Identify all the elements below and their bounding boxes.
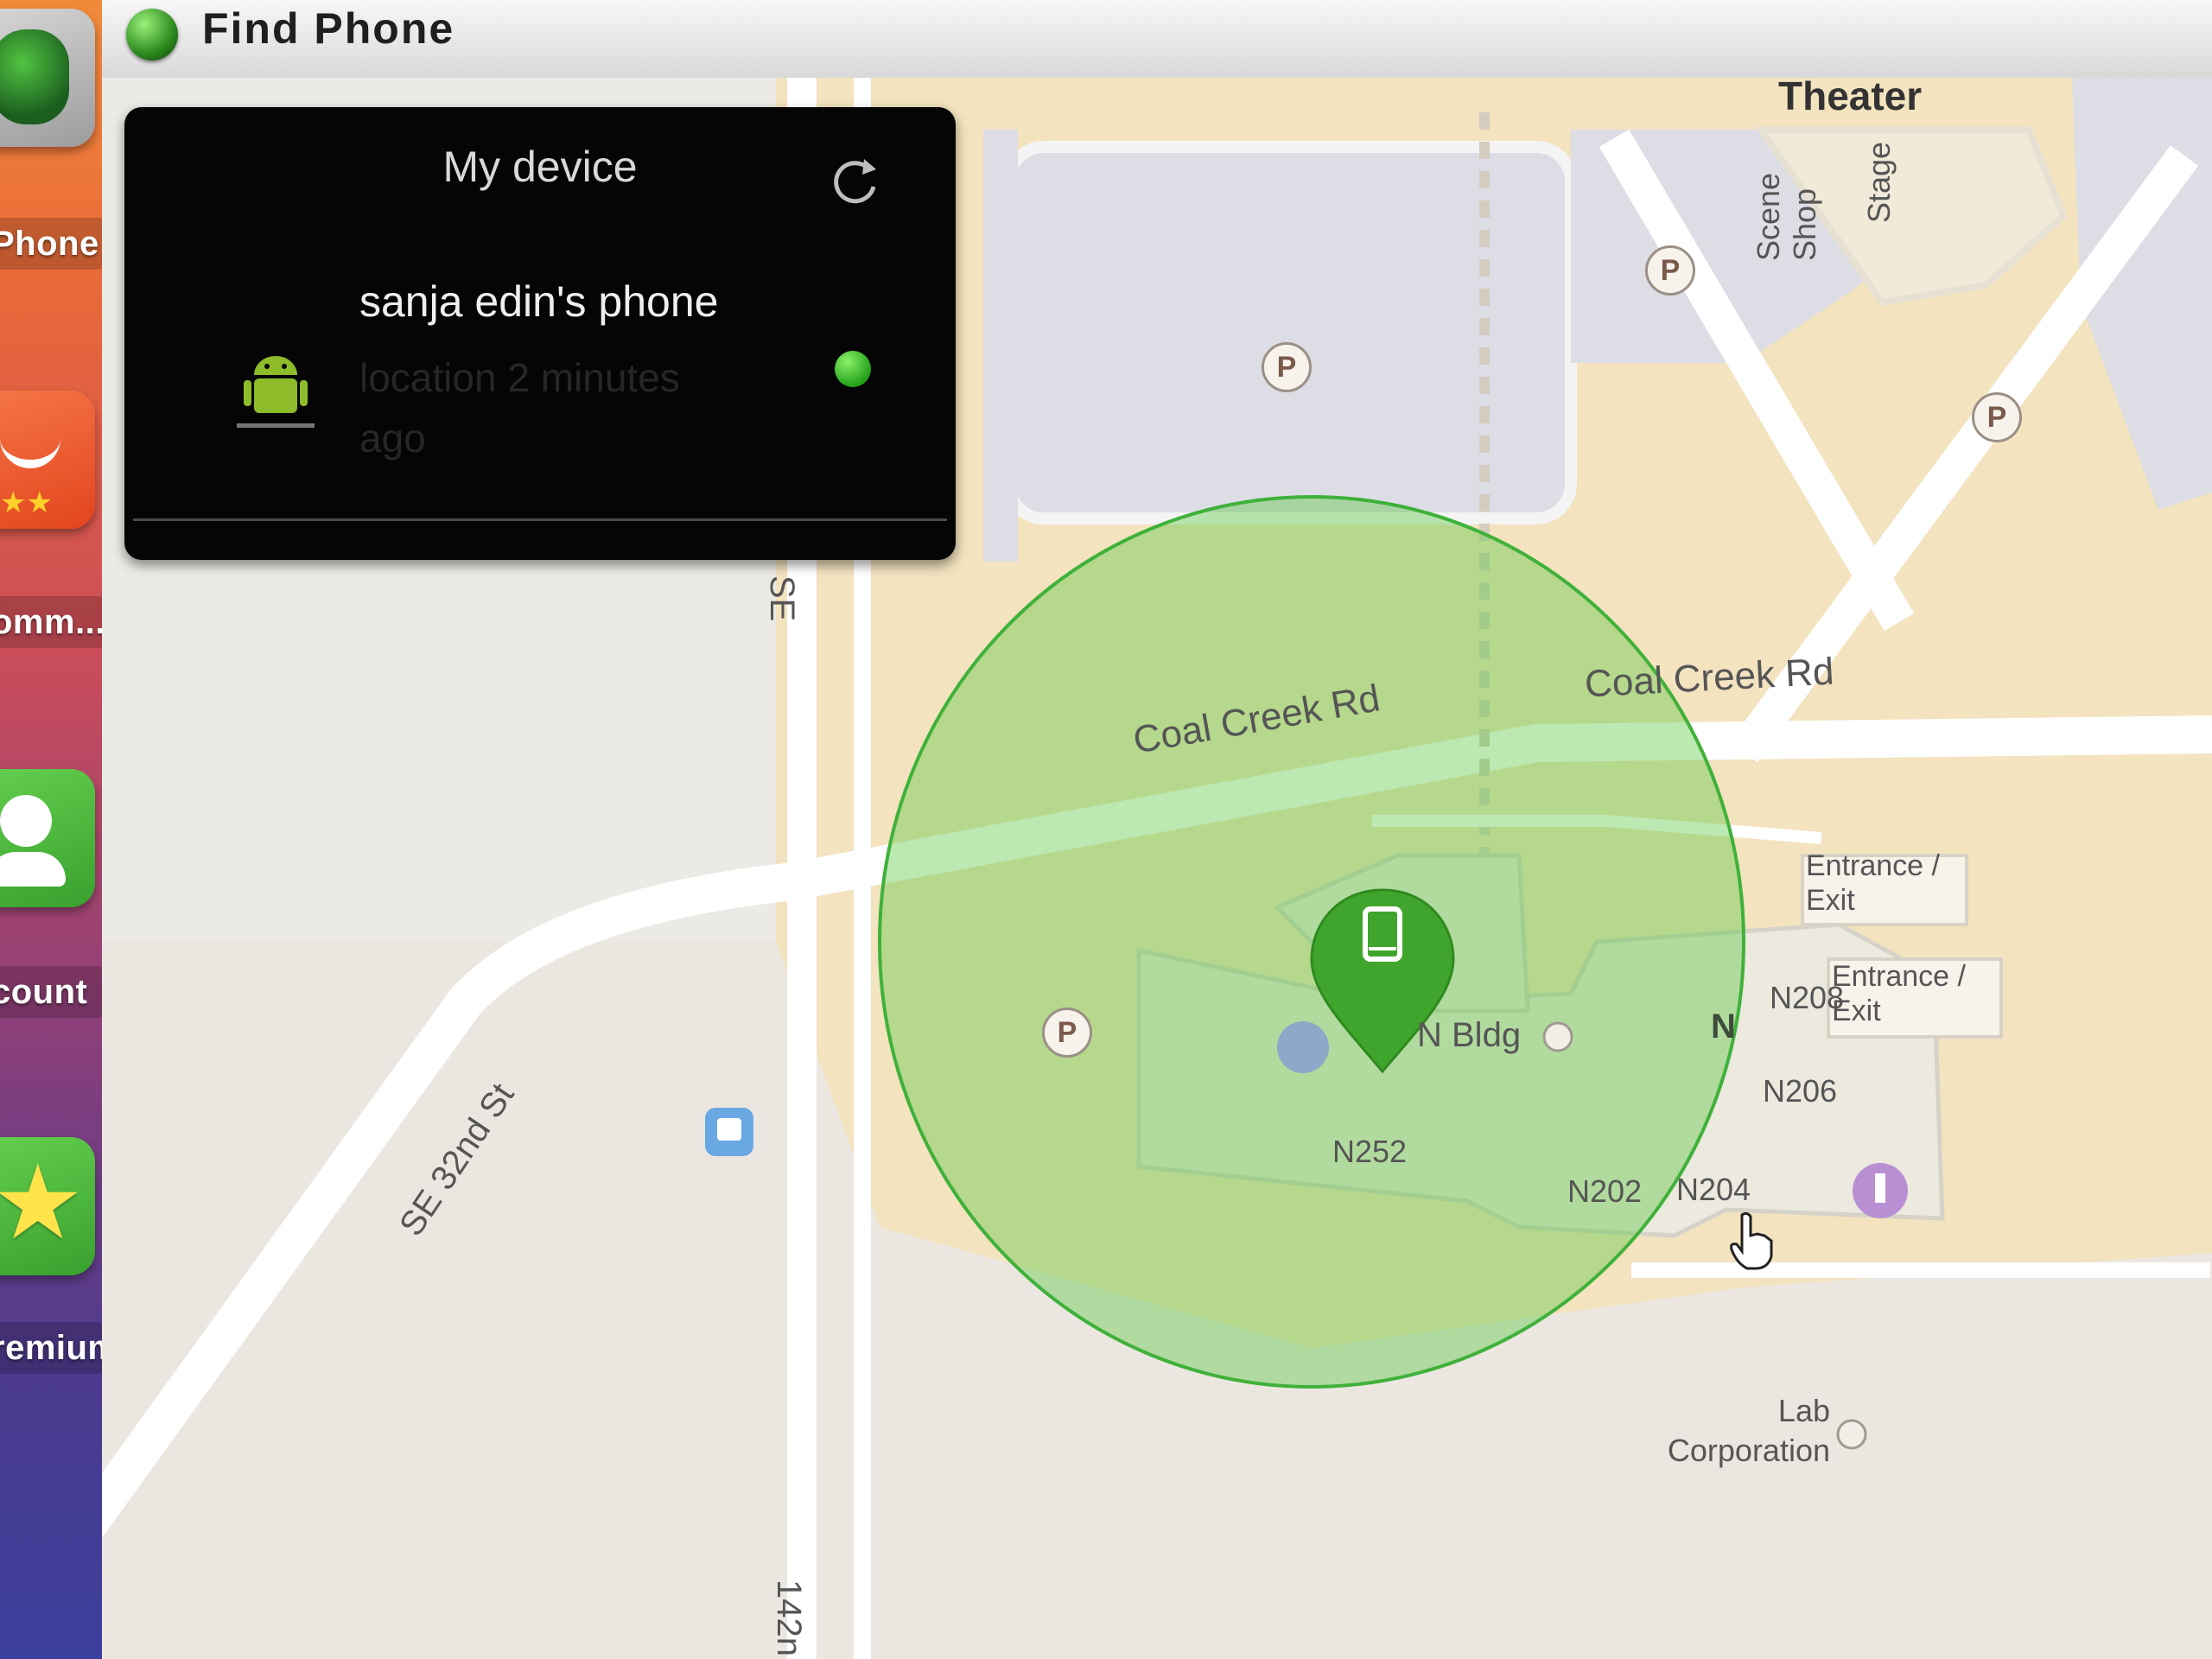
room-label: N252 [1332, 1134, 1408, 1169]
check-icon [0, 29, 69, 124]
building-label: N [1711, 1007, 1736, 1046]
rate-app-tile[interactable]: ★★ [0, 391, 95, 529]
star-icon: ★★ [0, 486, 53, 519]
room-label: N202 [1567, 1173, 1643, 1209]
room-label: N206 [1763, 1073, 1838, 1109]
place-label: Lab Corporation [1667, 1393, 1830, 1468]
find-phone-tile[interactable] [0, 9, 95, 147]
road-label: SE [763, 575, 802, 622]
star-icon: ★ [0, 1145, 85, 1261]
device-panel: My device sanja edin's phone location 2 … [124, 107, 956, 560]
android-icon [237, 356, 315, 428]
rating-bag-icon [0, 425, 60, 468]
title-bar: Find Phone [102, 0, 2212, 79]
building-label: N Bldg [1417, 1016, 1522, 1054]
person-body-icon [0, 852, 66, 887]
place-label: Entrance / Exit [1832, 960, 1966, 1027]
room-label: N208 [1770, 980, 1845, 1015]
window-title: Find Phone [202, 4, 455, 53]
place-label: Entrance / Exit [1806, 849, 1940, 917]
premium-tile[interactable]: ★ [0, 1137, 95, 1275]
account-tile[interactable] [0, 769, 95, 907]
place-label: Theater [1778, 78, 1923, 118]
online-status-dot [835, 351, 871, 387]
place-label: Stage [1861, 141, 1897, 224]
parking-icon[interactable]: P [1972, 392, 2022, 442]
device-status-text: location 2 minutes ago [359, 355, 680, 461]
place-label: Scene Shop [1751, 172, 1822, 261]
road-label: 142n [769, 1580, 808, 1656]
parking-icon[interactable]: P [1645, 245, 1695, 296]
room-label: N204 [1676, 1172, 1751, 1207]
person-icon [0, 795, 52, 847]
refresh-icon[interactable] [824, 150, 885, 211]
app-logo-icon [126, 9, 178, 60]
device-name[interactable]: sanja edin's phone [359, 276, 718, 327]
panel-divider [133, 518, 947, 521]
hand-cursor-icon [1730, 1211, 1773, 1270]
parking-icon[interactable]: P [1042, 1007, 1092, 1058]
parking-icon[interactable]: P [1262, 342, 1312, 392]
